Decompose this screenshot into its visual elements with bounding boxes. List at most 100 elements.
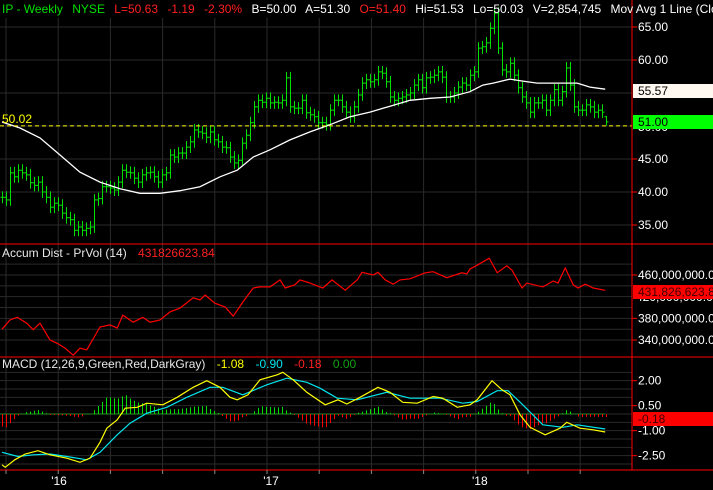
macd-axis-label: -2.50 bbox=[638, 449, 666, 463]
price-bar bbox=[500, 42, 505, 76]
price-bar bbox=[204, 127, 209, 144]
price-axis-label: 65.00 bbox=[638, 20, 668, 34]
stock-chart: 65.00 60.00 45.00 40.00 35.00 460,000,000.00 3… bbox=[0, 0, 713, 488]
price-bar bbox=[520, 81, 525, 103]
price-bar bbox=[8, 166, 13, 206]
x-axis-label: '18 bbox=[472, 474, 488, 488]
ad-axis-label: 460,000,000.00 bbox=[638, 268, 713, 282]
price-bar bbox=[372, 73, 377, 88]
price-bar bbox=[360, 77, 365, 101]
price-axis-label: 45.00 bbox=[638, 152, 668, 166]
price-bar bbox=[44, 186, 49, 204]
price-bar bbox=[140, 168, 145, 189]
price-bar bbox=[228, 141, 233, 163]
price-bar bbox=[192, 124, 197, 148]
price-bar bbox=[428, 71, 433, 84]
price-bar bbox=[380, 65, 385, 80]
ad-badge-text: 431,826,623.84 bbox=[638, 285, 713, 299]
price-bar bbox=[304, 94, 309, 119]
accum-dist-panel[interactable] bbox=[1, 257, 606, 357]
price-bar bbox=[84, 222, 89, 237]
price-bar bbox=[532, 96, 537, 119]
price-bar bbox=[468, 69, 473, 92]
price-bar bbox=[36, 176, 41, 192]
price-bar bbox=[288, 71, 293, 113]
last-price: L=50.63 bbox=[114, 2, 158, 16]
price-bar bbox=[136, 172, 141, 189]
price-bar bbox=[268, 92, 273, 109]
price-bar bbox=[444, 71, 449, 103]
price-bar bbox=[240, 137, 245, 167]
price-bar bbox=[412, 79, 417, 99]
price-bar bbox=[52, 197, 57, 214]
price-bar bbox=[32, 176, 37, 192]
price-bar bbox=[144, 166, 149, 181]
price-bar bbox=[296, 102, 301, 115]
price-bar bbox=[384, 67, 389, 88]
price-bar bbox=[28, 168, 33, 189]
price-bar bbox=[104, 180, 109, 193]
x-axis-label: '16 bbox=[51, 474, 67, 488]
price-bar bbox=[504, 63, 509, 78]
price-bar bbox=[176, 147, 181, 163]
price-bar bbox=[100, 180, 105, 205]
price-bar bbox=[528, 96, 533, 119]
price-bar bbox=[592, 100, 597, 119]
price-bar bbox=[536, 96, 541, 109]
price-bar bbox=[208, 126, 213, 144]
price-bar bbox=[376, 65, 381, 86]
price-bar bbox=[276, 96, 281, 109]
price-bar bbox=[24, 166, 29, 181]
price-bar bbox=[600, 104, 605, 119]
price-bar bbox=[588, 98, 593, 113]
ma-badge-text: 55.57 bbox=[638, 84, 668, 98]
price-bar bbox=[264, 92, 269, 109]
price-bar bbox=[64, 207, 69, 224]
price-bar bbox=[60, 199, 65, 220]
low-price: Lo=50.03 bbox=[473, 2, 524, 16]
price-bar bbox=[464, 77, 469, 92]
price-bar bbox=[236, 154, 241, 169]
symbol-label: IP - Weekly bbox=[2, 2, 63, 16]
price-bar bbox=[156, 170, 161, 189]
ad-value-badge: 420,000,000.00 431,826,623.84 bbox=[633, 285, 713, 304]
price-bar bbox=[364, 73, 369, 90]
ad-legend: Accum Dist - PrVol (14) 431826623.84 bbox=[2, 246, 215, 260]
price-bar bbox=[332, 94, 337, 117]
price-bar bbox=[584, 98, 589, 117]
high-price: Hi=51.53 bbox=[415, 2, 464, 16]
macd-panel[interactable] bbox=[0, 371, 607, 469]
price-panel[interactable] bbox=[0, 7, 632, 237]
price-bar bbox=[200, 126, 205, 140]
price-bar bbox=[20, 164, 25, 179]
price-bar bbox=[96, 192, 101, 206]
price-bar bbox=[556, 83, 561, 107]
price-bar bbox=[540, 94, 545, 109]
price-bar bbox=[512, 57, 517, 82]
price-bar bbox=[88, 221, 93, 235]
price-bar bbox=[188, 135, 193, 154]
price-bar bbox=[416, 73, 421, 92]
signal-value: -0.90 bbox=[255, 357, 283, 371]
price-bar bbox=[436, 65, 441, 82]
macd-axis-label: 0.50 bbox=[638, 399, 662, 413]
price-bar bbox=[0, 191, 5, 204]
bid-price: B=50.00 bbox=[251, 2, 296, 16]
price-bar bbox=[68, 211, 73, 226]
price-bar bbox=[308, 106, 313, 121]
price-bar bbox=[112, 182, 117, 196]
last-price-badge: 50.00 51.00 bbox=[633, 115, 713, 134]
price-bar bbox=[336, 94, 341, 107]
zero-value: 0.00 bbox=[333, 357, 357, 371]
price-bar bbox=[172, 149, 177, 163]
price-bar bbox=[180, 147, 185, 159]
price-bar bbox=[12, 166, 17, 183]
study-label: Mov Avg 1 Line (Clos ... bbox=[610, 2, 713, 16]
price-bar bbox=[128, 166, 133, 179]
price-bar bbox=[460, 77, 465, 93]
price-bar bbox=[456, 81, 461, 99]
price-axis-label: 35.00 bbox=[638, 218, 668, 232]
price-bar bbox=[280, 94, 285, 109]
price-bar bbox=[572, 79, 577, 113]
price-bar bbox=[248, 116, 253, 142]
